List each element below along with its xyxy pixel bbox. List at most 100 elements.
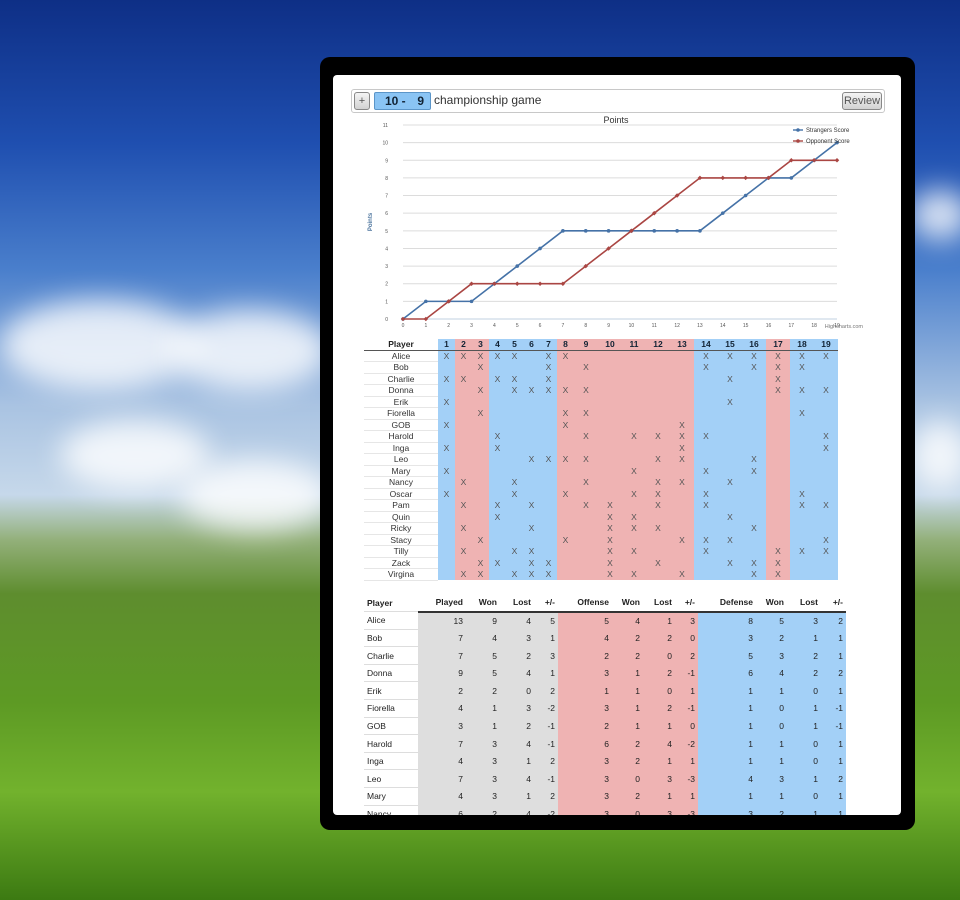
point-cell[interactable]: X	[766, 361, 790, 373]
point-cell[interactable]: X	[790, 488, 814, 500]
point-cell[interactable]	[598, 350, 622, 362]
point-cell[interactable]	[455, 511, 472, 523]
point-cell[interactable]	[598, 476, 622, 488]
point-cell[interactable]	[489, 407, 506, 419]
point-cell[interactable]	[670, 361, 694, 373]
point-cell[interactable]	[646, 511, 670, 523]
point-cell[interactable]	[622, 534, 646, 546]
point-cell[interactable]	[540, 499, 557, 511]
point-cell[interactable]	[742, 384, 766, 396]
point-cell[interactable]	[790, 465, 814, 477]
point-cell[interactable]: X	[506, 568, 523, 580]
point-cell[interactable]: X	[472, 557, 489, 569]
point-cell[interactable]	[540, 511, 557, 523]
point-cell[interactable]	[574, 534, 598, 546]
point-cell[interactable]	[742, 499, 766, 511]
point-cell[interactable]: X	[489, 511, 506, 523]
point-cell[interactable]	[438, 522, 455, 534]
point-cell[interactable]	[472, 465, 489, 477]
point-cell[interactable]: X	[694, 361, 718, 373]
point-cell[interactable]: X	[814, 430, 838, 442]
point-cell[interactable]: X	[742, 361, 766, 373]
point-cell[interactable]	[718, 465, 742, 477]
point-cell[interactable]	[622, 350, 646, 362]
point-cell[interactable]: X	[790, 384, 814, 396]
point-cell[interactable]	[557, 511, 574, 523]
point-cell[interactable]	[472, 522, 489, 534]
point-cell[interactable]: X	[523, 384, 540, 396]
point-cell[interactable]	[557, 430, 574, 442]
point-cell[interactable]: X	[574, 361, 598, 373]
point-cell[interactable]: X	[472, 407, 489, 419]
point-cell[interactable]	[574, 545, 598, 557]
point-cell[interactable]	[670, 499, 694, 511]
point-cell[interactable]	[540, 407, 557, 419]
point-cell[interactable]	[455, 419, 472, 431]
point-cell[interactable]	[506, 534, 523, 546]
point-cell[interactable]	[598, 419, 622, 431]
point-cell[interactable]	[790, 476, 814, 488]
point-cell[interactable]	[814, 476, 838, 488]
point-cell[interactable]	[742, 442, 766, 454]
point-cell[interactable]	[766, 442, 790, 454]
point-cell[interactable]	[790, 396, 814, 408]
point-cell[interactable]: X	[694, 499, 718, 511]
point-cell[interactable]	[742, 545, 766, 557]
point-cell[interactable]	[598, 488, 622, 500]
point-cell[interactable]: X	[790, 407, 814, 419]
point-cell[interactable]	[472, 499, 489, 511]
point-cell[interactable]: X	[540, 373, 557, 385]
point-cell[interactable]	[670, 545, 694, 557]
point-cell[interactable]	[472, 419, 489, 431]
point-cell[interactable]	[718, 442, 742, 454]
point-cell[interactable]	[455, 488, 472, 500]
point-cell[interactable]	[646, 396, 670, 408]
point-cell[interactable]	[670, 350, 694, 362]
point-cell[interactable]	[523, 396, 540, 408]
point-cell[interactable]	[574, 465, 598, 477]
point-cell[interactable]	[694, 511, 718, 523]
point-cell[interactable]	[438, 407, 455, 419]
point-cell[interactable]	[438, 476, 455, 488]
point-cell[interactable]	[455, 465, 472, 477]
point-cell[interactable]	[814, 522, 838, 534]
point-cell[interactable]	[598, 373, 622, 385]
point-cell[interactable]	[523, 419, 540, 431]
point-cell[interactable]	[506, 511, 523, 523]
point-cell[interactable]: X	[790, 361, 814, 373]
point-cell[interactable]	[489, 476, 506, 488]
point-cell[interactable]	[506, 361, 523, 373]
point-cell[interactable]: X	[718, 534, 742, 546]
point-cell[interactable]: X	[574, 453, 598, 465]
point-cell[interactable]	[742, 430, 766, 442]
point-cell[interactable]	[489, 568, 506, 580]
point-cell[interactable]	[472, 442, 489, 454]
point-cell[interactable]: X	[472, 534, 489, 546]
point-cell[interactable]: X	[622, 568, 646, 580]
point-cell[interactable]	[557, 465, 574, 477]
point-cell[interactable]	[670, 511, 694, 523]
point-cell[interactable]	[790, 419, 814, 431]
point-cell[interactable]	[598, 453, 622, 465]
point-cell[interactable]: X	[472, 361, 489, 373]
point-cell[interactable]	[790, 522, 814, 534]
point-cell[interactable]	[557, 557, 574, 569]
point-cell[interactable]: X	[472, 568, 489, 580]
point-cell[interactable]	[438, 568, 455, 580]
point-cell[interactable]: X	[790, 350, 814, 362]
point-cell[interactable]	[598, 361, 622, 373]
point-cell[interactable]	[455, 407, 472, 419]
point-cell[interactable]: X	[523, 545, 540, 557]
point-cell[interactable]	[472, 545, 489, 557]
point-cell[interactable]: X	[814, 545, 838, 557]
point-cell[interactable]: X	[472, 350, 489, 362]
point-cell[interactable]: X	[742, 568, 766, 580]
point-cell[interactable]: X	[523, 453, 540, 465]
point-cell[interactable]: X	[506, 488, 523, 500]
point-cell[interactable]	[540, 442, 557, 454]
point-cell[interactable]	[646, 534, 670, 546]
point-cell[interactable]	[790, 430, 814, 442]
point-cell[interactable]	[766, 465, 790, 477]
point-cell[interactable]: X	[489, 442, 506, 454]
point-cell[interactable]	[622, 373, 646, 385]
